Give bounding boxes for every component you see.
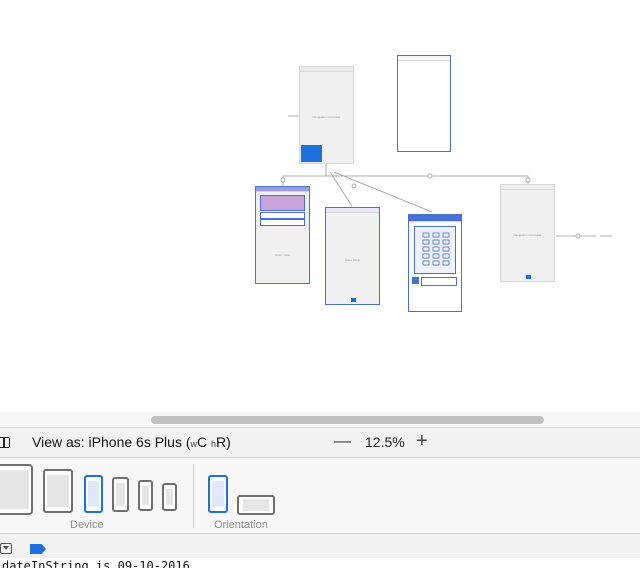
ipad-device-icon[interactable] <box>43 469 73 513</box>
grid-panel <box>414 226 456 274</box>
scene-static-table[interactable]: Static Table <box>325 207 380 305</box>
console-line: dateInString is 09-10-2016 <box>2 559 190 568</box>
storyboard-canvas[interactable]: Navigation Controller Static Cells Stati… <box>0 0 640 412</box>
scene-title-bar <box>326 208 379 213</box>
device-screen <box>212 481 224 507</box>
device-screen <box>88 481 99 507</box>
device-screen <box>47 475 69 507</box>
device-screen <box>166 489 173 505</box>
device-screen <box>243 499 269 511</box>
scene-title-bar <box>409 215 461 222</box>
device-screen <box>0 470 29 509</box>
device-screen <box>142 486 149 505</box>
size-class-open: ( <box>181 434 191 450</box>
scene-label: Static Cells <box>274 253 290 257</box>
scene-title-bar <box>300 67 353 72</box>
scene-blank[interactable] <box>397 55 451 152</box>
scene-label: Static Table <box>344 258 361 262</box>
size-h: R <box>216 434 227 450</box>
portrait-orientation-icon[interactable] <box>208 475 228 513</box>
scene-title-bar <box>501 185 554 190</box>
view-as-label: View as: iPhone 6s Plus <box>32 434 182 450</box>
view-as-bar: View as: iPhone 6s Plus (wC hR) — 12.5% … <box>0 428 640 458</box>
iphone-6s-plus-device-icon[interactable] <box>84 475 103 513</box>
purple-header-view <box>260 195 305 211</box>
filter-dropdown-icon[interactable] <box>0 543 12 554</box>
grid-checkbox <box>412 277 419 284</box>
group-divider <box>193 464 194 528</box>
ipad-pro-device-icon[interactable] <box>0 464 33 515</box>
scene-purple[interactable]: Static Cells <box>255 186 310 284</box>
form-row <box>260 212 305 219</box>
zoom-level: 12.5% <box>365 434 405 450</box>
hide-document-outline-icon[interactable] <box>0 437 10 448</box>
iphone-6s-device-icon[interactable] <box>112 477 129 512</box>
scene-title-bar <box>398 56 450 61</box>
breakpoint-icon[interactable] <box>30 544 46 554</box>
grid-text-field <box>421 277 457 286</box>
scrollbar-thumb[interactable] <box>151 416 544 424</box>
console-output: dateInString is 09-10-2016 <box>0 558 640 568</box>
device-group-label: Device <box>70 519 104 531</box>
iphone-se-device-icon[interactable] <box>138 480 153 511</box>
selected-view-block[interactable] <box>301 145 322 162</box>
orientation-group-label: Orientation <box>214 519 268 531</box>
scene-right-controller[interactable]: Navigation Controller <box>500 184 555 282</box>
scene-navigation-controller[interactable]: Navigation Controller <box>299 66 354 164</box>
iphone-4s-device-icon[interactable] <box>162 483 177 511</box>
zoom-in-button[interactable]: + <box>416 430 428 453</box>
scene-title-bar <box>256 187 309 192</box>
device-screen <box>116 483 125 506</box>
horizontal-scrollbar[interactable] <box>0 412 640 428</box>
size-class-close: ) <box>226 434 231 450</box>
landscape-orientation-icon[interactable] <box>237 495 275 515</box>
scene-label: Navigation Controller <box>312 115 341 119</box>
grid-lines <box>422 232 450 266</box>
device-bar: Device Orientation <box>0 458 640 534</box>
bottom-marker <box>526 275 531 279</box>
scene-label: Navigation Controller <box>513 233 542 237</box>
view-as-title[interactable]: View as: iPhone 6s Plus (wC hR) <box>32 434 231 450</box>
form-row <box>260 219 305 226</box>
scene-grid[interactable] <box>408 214 462 312</box>
zoom-out-button[interactable]: — <box>334 431 351 451</box>
size-w: C <box>197 434 208 450</box>
bottom-marker <box>351 298 356 302</box>
